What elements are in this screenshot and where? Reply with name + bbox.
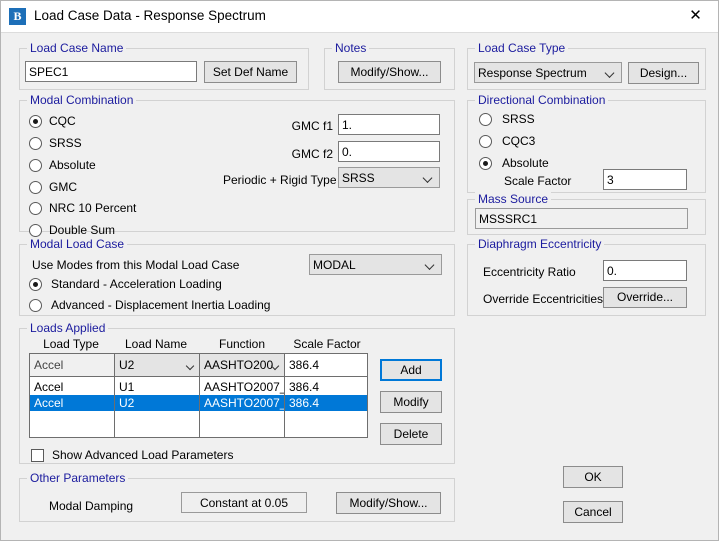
design-button[interactable]: Design... — [628, 62, 699, 84]
periodic-rigid-type-label: Periodic + Rigid Type — [223, 173, 337, 187]
radio-indicator — [29, 224, 42, 237]
window-title: Load Case Data - Response Spectrum — [34, 8, 266, 23]
cell-load-name: U2 — [115, 395, 199, 411]
checkbox-indicator — [31, 449, 44, 462]
add-button[interactable]: Add — [380, 359, 442, 381]
chevron-down-icon — [187, 363, 194, 370]
delete-button[interactable]: Delete — [380, 423, 442, 445]
chevron-down-icon — [426, 260, 435, 269]
diaphragm-eccentricity-group-label: Diaphragm Eccentricity — [475, 237, 604, 251]
modify-button[interactable]: Modify — [380, 391, 442, 413]
radio-indicator — [29, 181, 42, 194]
directional-scale-factor-label: Scale Factor — [504, 174, 571, 188]
gmc-f2-input[interactable]: 0. — [338, 141, 440, 162]
edit-scale-factor-input[interactable]: 386.4 — [285, 354, 367, 376]
cell-load-name: U1 — [115, 379, 199, 395]
radio-indicator — [29, 299, 42, 312]
gmc-f1-label: GMC f1 — [283, 119, 333, 133]
column-header-load-name: Load Name — [113, 337, 199, 351]
app-icon: B — [9, 8, 26, 25]
eccentricity-ratio-input[interactable]: 0. — [603, 260, 687, 281]
load-case-type-group-label: Load Case Type — [475, 41, 568, 55]
radio-indicator — [479, 113, 492, 126]
ok-button[interactable]: OK — [563, 466, 623, 488]
column-header-scale-factor: Scale Factor — [285, 337, 369, 351]
close-icon[interactable]: ✕ — [673, 1, 718, 31]
cell-function: AASHTO2007_F — [200, 379, 284, 395]
mass-source-value: MSSSRC1 — [475, 208, 688, 229]
modal-load-case-group-label: Modal Load Case — [27, 237, 127, 251]
cell-load-type: Accel — [30, 379, 114, 395]
table-row[interactable]: Accel U1 AASHTO2007_F 386.4 — [30, 379, 368, 395]
notes-modify-show-button[interactable]: Modify/Show... — [338, 61, 441, 83]
option-label: Standard - Acceleration Loading — [51, 277, 222, 291]
directional-combination-group-label: Directional Combination — [475, 93, 608, 107]
radio-indicator — [29, 202, 42, 215]
cell-function: AASHTO2007_F — [200, 395, 284, 411]
periodic-rigid-type-select[interactable]: SRSS — [338, 167, 440, 188]
dialog-window: B Load Case Data - Response Spectrum ✕ L… — [0, 0, 719, 541]
option-label: GMC — [49, 180, 77, 194]
modal-damping-modify-show-button[interactable]: Modify/Show... — [336, 492, 441, 514]
mass-source-group-label: Mass Source — [475, 192, 551, 206]
modal-combination-group-label: Modal Combination — [27, 93, 136, 107]
eccentricity-ratio-label: Eccentricity Ratio — [483, 265, 576, 279]
modal-damping-label: Modal Damping — [49, 499, 133, 513]
option-label: Advanced - Displacement Inertia Loading — [51, 298, 270, 312]
periodic-rigid-type-value: SRSS — [342, 171, 375, 185]
radio-indicator — [479, 157, 492, 170]
gmc-f1-input[interactable]: 1. — [338, 114, 440, 135]
option-label: SRSS — [502, 112, 535, 126]
edit-function-select[interactable]: AASHTO200 — [200, 354, 284, 376]
modal-load-case-select[interactable]: MODAL — [309, 254, 442, 275]
radio-indicator — [29, 159, 42, 172]
loads-applied-group-label: Loads Applied — [27, 321, 108, 335]
radio-indicator — [29, 278, 42, 291]
modal-damping-value: Constant at 0.05 — [181, 492, 307, 513]
chevron-down-icon — [606, 68, 615, 77]
option-label: CQC3 — [502, 134, 535, 148]
edit-load-name-value: U2 — [119, 358, 134, 372]
edit-load-type-value: Accel — [30, 354, 114, 376]
load-case-type-value: Response Spectrum — [478, 66, 587, 80]
override-eccentricities-button[interactable]: Override... — [603, 287, 687, 308]
radio-indicator — [29, 137, 42, 150]
option-label: Absolute — [502, 156, 549, 170]
load-case-type-select[interactable]: Response Spectrum — [474, 62, 622, 83]
chevron-down-icon — [272, 363, 279, 370]
cell-scale-factor: 386.4 — [285, 379, 367, 395]
notes-group-label: Notes — [332, 41, 369, 55]
option-label: CQC — [49, 114, 76, 128]
use-modes-label: Use Modes from this Modal Load Case — [32, 258, 239, 272]
edit-load-name-select[interactable]: U2 — [115, 354, 199, 376]
option-label: NRC 10 Percent — [49, 201, 136, 215]
cancel-button[interactable]: Cancel — [563, 501, 623, 523]
radio-indicator — [29, 115, 42, 128]
other-parameters-group-label: Other Parameters — [27, 471, 128, 485]
option-label: Absolute — [49, 158, 96, 172]
override-eccentricities-label: Override Eccentricities — [483, 292, 603, 306]
loads-edit-row[interactable]: Accel U2 AASHTO200 386.4 — [30, 354, 368, 377]
column-header-load-type: Load Type — [29, 337, 113, 351]
gmc-f2-label: GMC f2 — [283, 147, 333, 161]
checkbox-label: Show Advanced Load Parameters — [52, 448, 233, 462]
chevron-down-icon — [424, 173, 433, 182]
cell-load-type: Accel — [30, 395, 114, 411]
cell-scale-factor: 386.4 — [285, 395, 367, 411]
set-def-name-button[interactable]: Set Def Name — [204, 61, 297, 83]
option-label: SRSS — [49, 136, 82, 150]
edit-function-value: AASHTO200 — [204, 358, 273, 372]
directional-scale-factor-input[interactable]: 3 — [603, 169, 687, 190]
column-header-function: Function — [199, 337, 285, 351]
radio-indicator — [479, 135, 492, 148]
option-label: Double Sum — [49, 223, 115, 237]
modal-load-case-value: MODAL — [313, 258, 356, 272]
load-case-name-input[interactable]: SPEC1 — [25, 61, 197, 82]
title-bar: B Load Case Data - Response Spectrum ✕ — [1, 1, 718, 33]
loads-applied-grid[interactable]: Accel U2 AASHTO200 386.4 Accel U1 AASHTO… — [29, 353, 368, 438]
load-case-name-group-label: Load Case Name — [27, 41, 126, 55]
table-row[interactable]: Accel U2 AASHTO2007_F 386.4 — [30, 395, 368, 411]
